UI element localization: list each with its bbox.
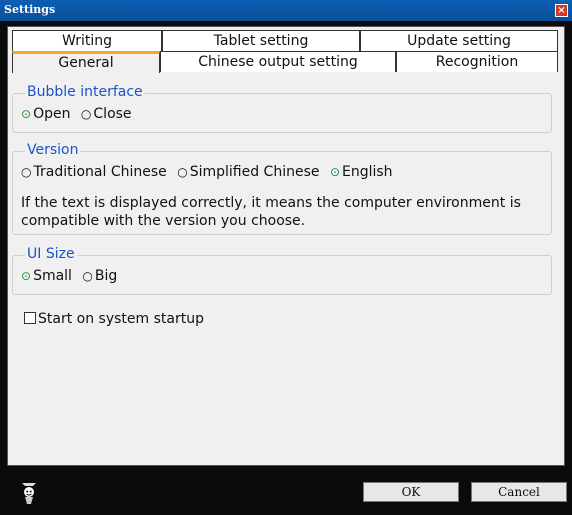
tab-recognition[interactable]: Recognition bbox=[396, 51, 558, 72]
version-group: Version ○ Traditional Chinese ○ Simplified… bbox=[12, 142, 552, 235]
ui-size-group: UI Size ⊙ Small ○ Big bbox=[12, 246, 552, 295]
radio-unselected-icon: ○ bbox=[80, 107, 92, 121]
tab-general[interactable]: General bbox=[12, 51, 160, 73]
app-logo-icon bbox=[22, 483, 36, 504]
ui-size-legend: UI Size bbox=[25, 246, 77, 262]
radio-unselected-icon: ○ bbox=[177, 165, 188, 179]
cancel-button[interactable]: Cancel bbox=[471, 482, 567, 502]
radio-close[interactable]: ○ Close bbox=[81, 106, 132, 122]
window-title: Settings bbox=[4, 3, 56, 16]
settings-window: Settings × Writing Tablet setting Update… bbox=[0, 0, 572, 515]
tab-update-setting[interactable]: Update setting bbox=[360, 30, 558, 51]
tab-tablet-setting[interactable]: Tablet setting bbox=[162, 30, 360, 51]
startup-checkbox[interactable] bbox=[24, 312, 36, 324]
title-bar[interactable]: Settings × bbox=[0, 0, 572, 21]
version-legend: Version bbox=[25, 142, 81, 158]
radio-open[interactable]: ⊙ Open bbox=[21, 106, 70, 122]
radio-simplified-chinese[interactable]: ○ Simplified Chinese bbox=[177, 164, 319, 180]
radio-small[interactable]: ⊙ Small bbox=[21, 268, 72, 284]
radio-traditional-chinese[interactable]: ○ Traditional Chinese bbox=[21, 164, 167, 180]
radio-selected-icon: ⊙ bbox=[329, 165, 340, 179]
radio-unselected-icon: ○ bbox=[21, 165, 32, 179]
general-tab-content: Bubble interface ⊙ Open ○ Close Version ○ T… bbox=[12, 73, 554, 461]
tab-writing[interactable]: Writing bbox=[12, 30, 162, 51]
bubble-interface-options: ⊙ Open ○ Close bbox=[21, 106, 138, 122]
radio-english[interactable]: ⊙ English bbox=[330, 164, 393, 180]
radio-selected-icon: ⊙ bbox=[21, 107, 32, 121]
close-icon[interactable]: × bbox=[555, 4, 568, 17]
bubble-interface-group: Bubble interface ⊙ Open ○ Close bbox=[12, 84, 552, 133]
startup-checkbox-row[interactable]: Start on system startup bbox=[24, 311, 204, 327]
tab-chinese-output-setting[interactable]: Chinese output setting bbox=[160, 51, 396, 72]
version-note: If the text is displayed correctly, it m… bbox=[21, 195, 521, 229]
ui-size-options: ⊙ Small ○ Big bbox=[21, 268, 123, 284]
version-options: ○ Traditional Chinese ○ Simplified Chinese… bbox=[21, 164, 399, 180]
radio-unselected-icon: ○ bbox=[82, 269, 93, 283]
startup-label: Start on system startup bbox=[38, 311, 204, 327]
bubble-interface-legend: Bubble interface bbox=[25, 84, 145, 100]
radio-big[interactable]: ○ Big bbox=[82, 268, 117, 284]
ok-button[interactable]: OK bbox=[363, 482, 459, 502]
radio-selected-icon: ⊙ bbox=[21, 269, 32, 283]
